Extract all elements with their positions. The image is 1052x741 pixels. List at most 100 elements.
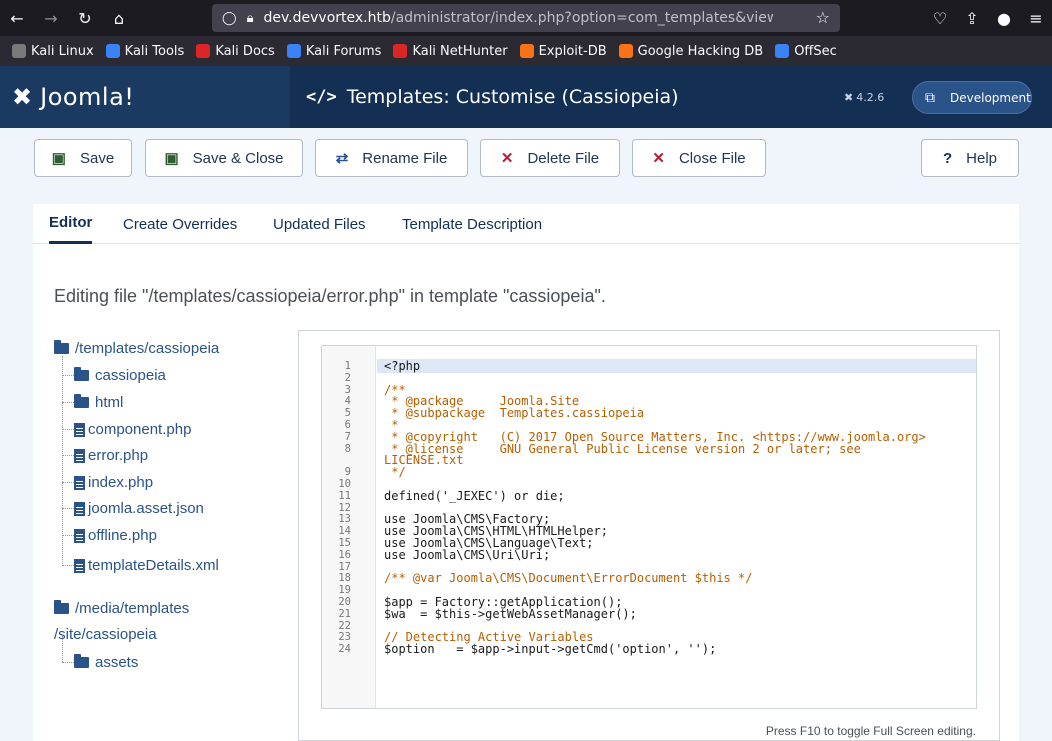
- tree-branch: [62, 662, 74, 663]
- code-line: /** @var Joomla\CMS\Document\ErrorDocume…: [384, 571, 753, 586]
- rename-file-button[interactable]: ⇄ Rename File: [315, 139, 468, 177]
- joomla-logo[interactable]: ✖ Joomla!: [0, 66, 290, 128]
- active-line-highlight: [377, 359, 976, 373]
- url-bar[interactable]: ◯ 🔒︎ dev.devvortex.htb/administrator/ind…: [212, 4, 840, 32]
- tree-branch: [62, 508, 74, 509]
- bookmark-item[interactable]: Kali Tools: [105, 44, 184, 59]
- line-number: 16: [338, 548, 351, 561]
- home-icon[interactable]: ⌂: [102, 9, 136, 28]
- tree-folder-cassiopeia[interactable]: cassiopeia: [74, 367, 166, 384]
- close-file-button[interactable]: ✕ Close File: [632, 139, 766, 177]
- tree-file-index[interactable]: index.php: [74, 474, 153, 491]
- tree-file-joomla-asset[interactable]: joomla.asset.json: [74, 500, 204, 517]
- line-number: 18: [338, 572, 351, 585]
- tree-file-template-details[interactable]: templateDetails.xml: [74, 557, 219, 574]
- save-button[interactable]: ▣ Save: [34, 139, 132, 177]
- bookmark-item[interactable]: Google Hacking DB: [618, 43, 764, 59]
- line-number: 13: [338, 513, 351, 526]
- tab-template-description[interactable]: Template Description: [402, 204, 542, 244]
- tree-folder-html[interactable]: html: [74, 394, 123, 411]
- line-number: 8: [344, 442, 351, 455]
- extension-icon[interactable]: ●: [988, 9, 1020, 28]
- share-icon[interactable]: ⇪: [956, 9, 988, 28]
- development-button[interactable]: ⧉ Development: [912, 81, 1032, 114]
- code-line: $option = $app->input->getCmd('option', …: [384, 642, 717, 657]
- code-icon: </>: [306, 87, 337, 107]
- bookmark-item[interactable]: Exploit-DB: [519, 44, 607, 59]
- toolbar: ▣ Save ▣ Save & Close ⇄ Rename File ✕ Delete…: [0, 128, 1052, 190]
- line-number: 4: [344, 395, 351, 408]
- tree-folder-templates-root[interactable]: /templates/cassiopeia: [54, 340, 219, 357]
- tree-branch: [62, 565, 74, 566]
- bookmark-item[interactable]: Kali Linux: [12, 44, 94, 59]
- line-number: 5: [344, 407, 351, 420]
- tab-editor[interactable]: Editor: [49, 204, 93, 244]
- line-number: 15: [338, 537, 351, 549]
- save-close-button[interactable]: ▣ Save & Close: [145, 139, 303, 177]
- line-number: 20: [338, 596, 351, 608]
- tree-folder-media-templates[interactable]: /media/templates: [54, 600, 189, 617]
- save-icon: ▣: [51, 150, 66, 167]
- bookmark-label: Kali Linux: [31, 43, 94, 59]
- tab-create-overrides[interactable]: Create Overrides: [123, 204, 237, 244]
- bookmark-item[interactable]: OffSec: [775, 44, 837, 59]
- version-label: ✖ 4.2.6: [844, 90, 885, 104]
- line-number: 19: [338, 584, 351, 597]
- page-title: </> Templates: Customise (Cassiopeia): [306, 66, 679, 128]
- tree-folder-media-path: /site/cassiopeia: [54, 626, 157, 643]
- forward-icon[interactable]: →: [34, 9, 68, 28]
- delete-file-button[interactable]: ✕ Delete File: [480, 139, 620, 177]
- joomla-logo-text: Joomla!: [40, 83, 135, 111]
- bookmark-label: Kali NetHunter: [412, 43, 508, 59]
- url-text[interactable]: dev.devvortex.htb/administrator/index.ph…: [263, 10, 773, 26]
- file-icon: [74, 475, 85, 490]
- tree-branch: [62, 535, 74, 536]
- bookmark-item[interactable]: Kali NetHunter: [393, 43, 508, 59]
- tree-file-offline[interactable]: offline.php: [74, 527, 157, 544]
- line-number: 10: [338, 478, 351, 490]
- question-icon: ?: [942, 149, 953, 167]
- folder-icon: [74, 367, 89, 381]
- line-number: 24: [338, 643, 351, 656]
- code-line: defined('_JEXEC') or die;: [384, 488, 565, 503]
- bookmark-label: Kali Docs: [215, 43, 275, 59]
- tree-branch: [62, 482, 74, 483]
- bookmarks-bar: Kali Linux Kali Tools Kali Docs Kali Forums…: [0, 36, 1052, 66]
- line-number: 7: [344, 430, 351, 443]
- joomla-small-icon: ✖: [844, 90, 854, 104]
- bookmark-icon: [105, 44, 120, 58]
- bookmark-star-icon[interactable]: ☆: [816, 8, 830, 27]
- bookmark-item[interactable]: Kali Docs: [196, 44, 275, 59]
- help-button[interactable]: ? Help: [921, 139, 1019, 177]
- code-editor[interactable]: 1 <?php 2 3/** 4 * @package Joomla.Site 5 * @…: [321, 345, 977, 709]
- pocket-icon[interactable]: ♡: [924, 9, 956, 28]
- line-number: 12: [338, 501, 351, 514]
- folder-icon: [54, 340, 69, 354]
- line-number: 9: [344, 466, 351, 479]
- external-link-icon: ⧉: [925, 89, 935, 106]
- tree-branch: [62, 375, 74, 376]
- file-icon: [74, 501, 85, 516]
- tab-updated-files[interactable]: Updated Files: [273, 204, 366, 244]
- tree-file-error[interactable]: error.php: [74, 447, 148, 464]
- line-number: 1: [344, 360, 351, 372]
- joomla-logo-icon: ✖: [12, 83, 33, 111]
- bookmark-item[interactable]: Kali Forums: [286, 43, 382, 59]
- fullscreen-hint: Press F10 to toggle Full Screen editing.: [765, 724, 976, 738]
- line-number: 23: [338, 631, 351, 644]
- page-title-text: Templates: Customise (Cassiopeia): [346, 86, 679, 108]
- code-line: * @copyright (C) 2017 Open Source Matter…: [384, 429, 926, 444]
- code-line: */: [384, 465, 406, 480]
- menu-icon[interactable]: ≡: [1020, 9, 1052, 28]
- tree-folder-assets[interactable]: assets: [74, 654, 138, 671]
- back-icon[interactable]: ←: [0, 9, 34, 28]
- line-number: 3: [344, 383, 351, 396]
- bookmark-icon: [12, 44, 26, 58]
- tree-file-component[interactable]: component.php: [74, 421, 191, 438]
- bookmark-label: Google Hacking DB: [637, 43, 764, 59]
- code-line: * @subpackage Templates.cassiopeia: [384, 406, 645, 421]
- tree-branch: [62, 402, 74, 403]
- folder-icon: [74, 654, 89, 668]
- reload-icon[interactable]: ↻: [68, 9, 102, 28]
- bookmark-label: Kali Forums: [305, 43, 382, 59]
